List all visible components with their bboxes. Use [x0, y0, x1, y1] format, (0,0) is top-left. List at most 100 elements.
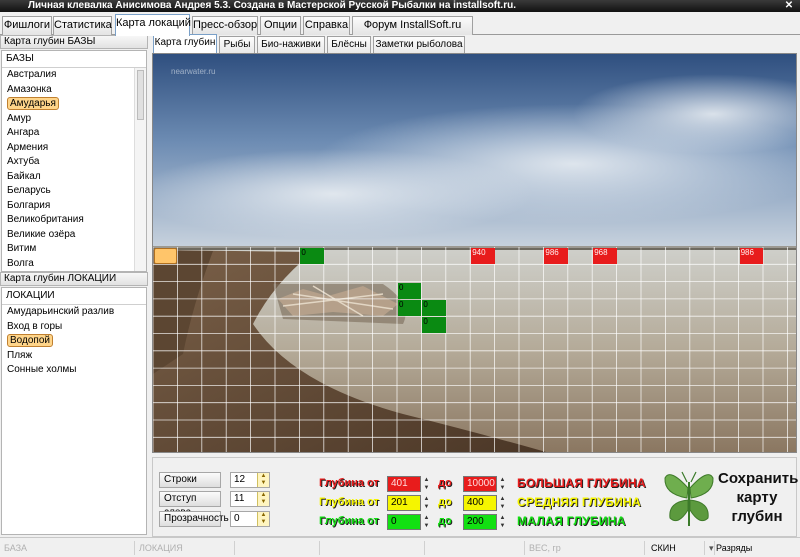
base-item-label: Армения — [7, 141, 49, 153]
tab-press-review[interactable]: Пресс-обзор — [192, 16, 258, 35]
depth-cell[interactable]: 940 — [471, 248, 495, 265]
status-digits[interactable]: Разряды — [712, 541, 800, 555]
depth-to-updown-icon[interactable]: ▲ ▼ — [498, 495, 507, 511]
base-item-label: Ахтуба — [7, 156, 40, 167]
bases-scroll-thumb[interactable] — [137, 70, 144, 120]
base-item[interactable]: Амур — [2, 112, 146, 127]
opacity-value: 0 — [234, 513, 240, 524]
tab-fishlogs[interactable]: Фишлоги — [2, 16, 52, 35]
locations-list[interactable]: ЛОКАЦИИ Амударьинский разлив Вход в горы В… — [1, 287, 147, 535]
tab-forum[interactable]: Форум InstallSoft.ru — [352, 16, 473, 35]
opacity-label: Прозрачность — [159, 511, 229, 527]
location-photo[interactable]: nearwater.ru 0 940 986 968 986 0 0 0 0 — [152, 53, 797, 453]
opacity-stepper-arrows-icon[interactable]: ▲ ▼ — [257, 512, 269, 526]
window-title-bar: Личная клевалка Анисимова Андрея 5.3. Со… — [0, 0, 800, 12]
status-base: БАЗА — [0, 541, 135, 555]
depth-from-updown-icon[interactable]: ▲ ▼ — [422, 476, 431, 492]
rows-stepper-arrows-icon[interactable]: ▲ ▼ — [257, 473, 269, 487]
subtab-angler-notes[interactable]: Заметки рыболова — [373, 36, 465, 53]
offset-stepper[interactable]: 11 ▲ ▼ — [230, 491, 270, 507]
depth-from-updown-icon[interactable]: ▲ ▼ — [422, 514, 431, 530]
depth-from-label: Глубина от — [319, 496, 379, 508]
base-item[interactable]: Витим — [2, 242, 146, 257]
location-item[interactable]: Амударьинский разлив — [2, 305, 146, 320]
base-item[interactable]: Амударья — [2, 97, 146, 112]
tab-help[interactable]: Справка — [303, 16, 350, 35]
depth-range-name: СРЕДНЯЯ ГЛУБИНА — [517, 495, 641, 509]
location-item[interactable]: Сонные холмы — [2, 363, 146, 378]
tab-options[interactable]: Опции — [260, 16, 301, 35]
bases-scrollbar[interactable] — [134, 68, 146, 271]
rows-stepper[interactable]: 12 ▲ ▼ — [230, 472, 270, 488]
depth-to-label: до — [438, 477, 452, 489]
base-item[interactable]: Ангара — [2, 126, 146, 141]
depth-to-updown-icon[interactable]: ▲ ▼ — [498, 476, 507, 492]
rows-label: Строки — [159, 472, 221, 488]
base-item[interactable]: Байкал — [2, 170, 146, 185]
rows-value: 12 — [234, 474, 246, 485]
depth-cell[interactable]: 0 — [422, 317, 446, 334]
base-item[interactable]: Беларусь — [2, 184, 146, 199]
location-item-label: Пляж — [7, 349, 33, 361]
offset-stepper-arrows-icon[interactable]: ▲ ▼ — [257, 492, 269, 506]
status-bar: БАЗА ЛОКАЦИЯ ВЕС, гр СКИН ▾ Разряды — [0, 537, 800, 557]
base-item[interactable]: Волга — [2, 257, 146, 272]
status-weight: ВЕС, гр — [525, 541, 645, 555]
subtab-spoons[interactable]: Блёсны — [327, 36, 371, 53]
base-item[interactable]: Австралия — [2, 68, 146, 83]
location-item-label: Сонные холмы — [7, 364, 77, 375]
base-item[interactable]: Ахтуба — [2, 155, 146, 170]
locations-column-header: ЛОКАЦИИ — [2, 288, 146, 305]
base-item[interactable]: Великие озёра — [2, 228, 146, 243]
bases-list[interactable]: БАЗЫ Австралия Амазонка Амударья Амур Ангара… — [1, 50, 147, 272]
depth-cell[interactable]: 0 — [422, 299, 446, 317]
subtab-bio-baits[interactable]: Био-наживки — [257, 36, 325, 53]
offset-label: Отступ слева — [159, 491, 221, 518]
status-field-4 — [320, 541, 425, 555]
depth-to-updown-icon[interactable]: ▲ ▼ — [498, 514, 507, 530]
location-item[interactable]: Вход в горы — [2, 320, 146, 335]
depth-cell[interactable]: 0 — [398, 299, 422, 317]
depth-cell[interactable]: 0 — [300, 248, 324, 265]
location-item[interactable]: Пляж — [2, 349, 146, 364]
location-item-label: Водопой — [7, 334, 53, 347]
main-tab-strip: Фишлоги Статистика Карта локаций Пресс-о… — [0, 14, 800, 36]
depth-cell[interactable]: 986 — [739, 248, 763, 265]
status-location: ЛОКАЦИЯ — [135, 541, 235, 555]
depth-from-input[interactable]: 0 — [387, 514, 421, 530]
depth-to-input[interactable]: 400 — [463, 495, 497, 511]
close-icon[interactable]: ✕ — [782, 0, 796, 11]
depth-from-label: Глубина от — [319, 477, 379, 489]
location-item-label: Амударьинский разлив — [7, 306, 115, 317]
tab-statistics[interactable]: Статистика — [53, 16, 112, 35]
status-field-3 — [235, 541, 320, 555]
base-item-label: Амур — [7, 112, 32, 124]
status-skin[interactable]: СКИН — [645, 541, 705, 555]
depth-cell[interactable] — [154, 248, 178, 265]
opacity-stepper[interactable]: 0 ▲ ▼ — [230, 511, 270, 527]
depth-from-input[interactable]: 201 — [387, 495, 421, 511]
depth-to-input[interactable]: 200 — [463, 514, 497, 530]
save-depth-map-button[interactable]: Сохранить карту глубин — [660, 466, 798, 534]
subtab-fish[interactable]: Рыбы — [219, 36, 255, 53]
window-title: Личная клевалка Анисимова Андрея 5.3. Со… — [28, 0, 516, 11]
base-item[interactable]: Великобритания — [2, 213, 146, 228]
locations-panel-header: Карта глубин ЛОКАЦИИ — [0, 272, 148, 286]
base-item-label: Байкал — [7, 170, 41, 182]
subtab-depth-map[interactable]: Карта глубин — [153, 34, 217, 53]
depth-cell[interactable]: 0 — [398, 282, 422, 299]
base-item[interactable]: Амазонка — [2, 83, 146, 98]
depth-from-updown-icon[interactable]: ▲ ▼ — [422, 495, 431, 511]
depth-from-input[interactable]: 401 — [387, 476, 421, 492]
depth-cell[interactable]: 986 — [544, 248, 568, 265]
base-item[interactable]: Армения — [2, 141, 146, 156]
depth-cell[interactable]: 968 — [593, 248, 617, 265]
base-item-label: Витим — [7, 243, 37, 254]
base-item-label: Волга — [7, 257, 34, 269]
base-item[interactable]: Болгария — [2, 199, 146, 214]
tab-location-map[interactable]: Карта локаций — [115, 14, 191, 36]
base-item-label: Великие озёра — [7, 228, 76, 240]
location-item[interactable]: Водопой — [2, 334, 146, 349]
depth-to-input[interactable]: 10000 — [463, 476, 497, 492]
location-item-label: Вход в горы — [7, 320, 63, 332]
